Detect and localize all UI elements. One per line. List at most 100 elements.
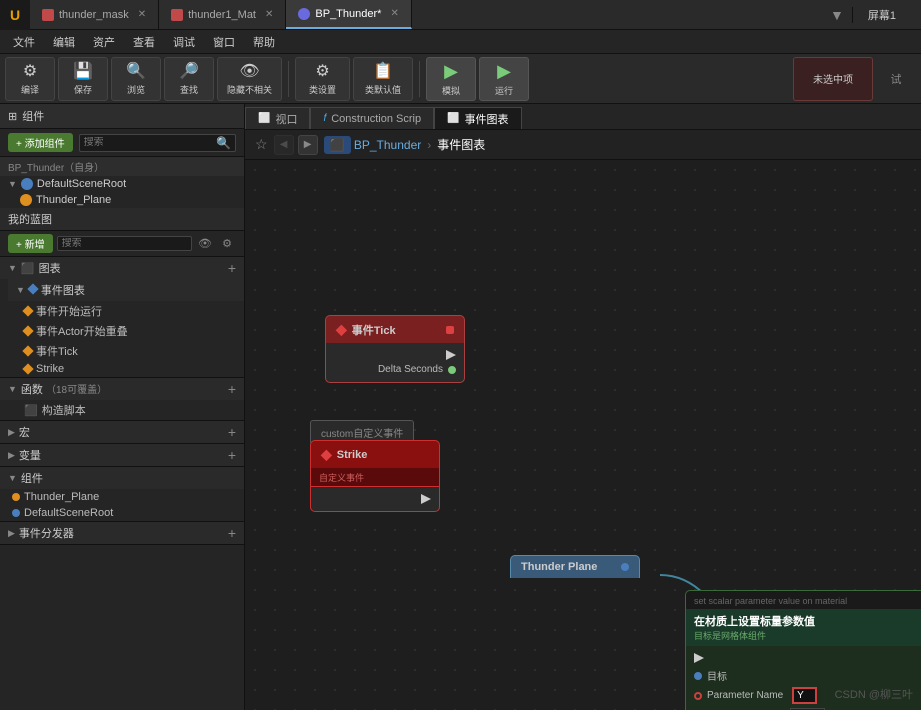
param-name-pin[interactable]	[694, 692, 702, 700]
functions-plus-button[interactable]: +	[228, 381, 236, 397]
blueprint-search-input[interactable]	[62, 238, 187, 249]
find-button[interactable]: 🔎 查找	[164, 57, 214, 101]
macros-plus-button[interactable]: +	[228, 424, 236, 440]
add-component-button[interactable]: + 添加组件	[8, 133, 73, 152]
bp-icon-breadcrumb: ⬛	[324, 136, 351, 154]
delta-seconds-label: Delta Seconds	[378, 364, 443, 375]
tab-icon-mat2	[171, 9, 183, 21]
graph-section-header[interactable]: ▼ ⬛ 图表 +	[0, 257, 244, 279]
hide-unrelated-button[interactable]: 👁 隐藏不相关	[217, 57, 282, 101]
variables-section-header[interactable]: ▶ 变量 +	[0, 444, 244, 466]
event-dispatcher-plus[interactable]: +	[228, 525, 236, 541]
event-tick-label: 事件Tick	[36, 343, 78, 359]
thunder-plane-out-pin[interactable]	[621, 563, 629, 571]
component-search-input[interactable]	[84, 137, 216, 148]
tab-thunder1-mat[interactable]: thunder1_Mat ✕	[159, 0, 286, 29]
scene-root-label: DefaultSceneRoot	[37, 178, 126, 190]
compile-label: 编译	[21, 83, 39, 96]
title-bar: U thunder_mask ✕ thunder1_Mat ✕ BP_Thund…	[0, 0, 921, 30]
run-button[interactable]: ▶ 运行	[479, 57, 529, 101]
tab-close-2[interactable]: ✕	[265, 9, 273, 20]
unselected-button[interactable]: 未选中项	[793, 57, 873, 101]
tab-thunder-mask[interactable]: thunder_mask ✕	[30, 0, 159, 29]
tabs-container: thunder_mask ✕ thunder1_Mat ✕ BP_Thunder…	[30, 0, 820, 29]
save-label: 保存	[74, 83, 92, 96]
sidebar-item-construct-script[interactable]: ⬛ 构造脚本	[0, 400, 244, 420]
tab-viewport[interactable]: ⬜ 视口	[245, 107, 310, 129]
comp-item-default-scene-root[interactable]: DefaultSceneRoot	[0, 505, 244, 521]
exec-in-pin[interactable]	[694, 653, 704, 663]
menu-debug[interactable]: 调试	[165, 32, 203, 52]
node-thunder-plane[interactable]: Thunder Plane	[510, 555, 640, 578]
tree-item-thunder-plane[interactable]: Thunder_Plane	[0, 192, 244, 208]
strike-exec-out[interactable]	[421, 494, 431, 504]
pin-exec-out	[326, 348, 464, 362]
menu-asset[interactable]: 资产	[85, 32, 123, 52]
class-settings-icon: ⚙	[315, 61, 329, 81]
right-panel: ⬜ 视口 f Construction Scrip ⬜ 事件图表 ☆ ◀ ▶ ⬛…	[245, 104, 921, 710]
comp-item-thunder-plane[interactable]: Thunder_Plane	[0, 489, 244, 505]
functions-section-header[interactable]: ▼ 函数 （18可覆盖） +	[0, 378, 244, 400]
simulate-button[interactable]: ▶ 模拟	[426, 57, 476, 101]
expand-icon[interactable]: ▼	[830, 7, 844, 23]
strike-header: ◆ Strike	[310, 440, 440, 468]
components-section-header[interactable]: ▼ 组件	[0, 467, 244, 489]
sidebar-item-strike[interactable]: Strike	[8, 361, 244, 377]
eye-button[interactable]: 👁	[196, 235, 214, 253]
strike-header-content: Strike	[337, 449, 376, 461]
nav-forward-button[interactable]: ▶	[298, 135, 318, 155]
tab-icon-thunder	[298, 8, 310, 20]
macros-section-header[interactable]: ▶ 宏 +	[0, 421, 244, 443]
menu-edit[interactable]: 编辑	[45, 32, 83, 52]
class-defaults-button[interactable]: 📋 类默认值	[353, 57, 413, 101]
event-graph-header[interactable]: ▼ 事件图表	[8, 279, 244, 301]
strike-title: Strike	[337, 449, 368, 461]
settings-button[interactable]: ⚙	[218, 235, 236, 253]
graph-plus-button[interactable]: +	[228, 260, 236, 276]
bp-name-text: BP_Thunder（自身）	[8, 159, 104, 174]
event-dispatcher-header[interactable]: ▶ 事件分发器 +	[0, 522, 244, 544]
event-tick-body: Delta Seconds	[325, 343, 465, 383]
menu-view[interactable]: 查看	[125, 32, 163, 52]
set-scalar-zh-title: 在材质上设置标量参数值	[694, 613, 921, 629]
event-actor-overlap-label: 事件Actor开始重叠	[36, 323, 128, 339]
breadcrumb-bp-link[interactable]: ⬛ BP_Thunder	[324, 138, 422, 152]
viewport-tab-label: 视口	[275, 111, 297, 127]
save-button[interactable]: 💾 保存	[58, 57, 108, 101]
variables-plus-button[interactable]: +	[228, 447, 236, 463]
param-name-input[interactable]	[792, 687, 817, 704]
tab-construction-script[interactable]: f Construction Scrip	[310, 107, 434, 129]
delta-seconds-pin[interactable]	[448, 366, 456, 374]
tab-close-3[interactable]: ✕	[390, 8, 398, 19]
construct-script-label: 构造脚本	[42, 402, 86, 418]
class-settings-button[interactable]: ⚙ 类设置	[295, 57, 350, 101]
compile-button[interactable]: ⚙ 编译	[5, 57, 55, 101]
exec-out-pin[interactable]	[446, 350, 456, 360]
node-strike[interactable]: ◆ Strike 自定义事件	[310, 440, 440, 512]
screen-button[interactable]: 屏幕1	[852, 7, 911, 23]
hide-icon: 👁	[239, 61, 259, 81]
new-blueprint-button[interactable]: + 新增	[8, 234, 53, 253]
menu-file[interactable]: 文件	[5, 32, 43, 52]
sidebar-item-event-begin-play[interactable]: 事件开始运行	[8, 301, 244, 321]
tree-item-default-scene-root[interactable]: ▼ DefaultSceneRoot	[0, 176, 244, 192]
menu-window[interactable]: 窗口	[205, 32, 243, 52]
tab-close[interactable]: ✕	[138, 9, 146, 20]
star-icon[interactable]: ☆	[255, 136, 268, 153]
sidebar-item-event-tick[interactable]: 事件Tick	[8, 341, 244, 361]
search-icon: 🔍	[216, 136, 231, 150]
nav-back-button[interactable]: ◀	[274, 135, 294, 155]
sidebar-item-event-actor-overlap[interactable]: 事件Actor开始重叠	[8, 321, 244, 341]
components-icon: ⊞	[8, 110, 17, 123]
node-event-tick[interactable]: ◆ 事件Tick Delta Seconds	[325, 315, 465, 383]
target-in-pin[interactable]	[694, 672, 702, 680]
hide-label: 隐藏不相关	[227, 83, 272, 96]
tab-event-graph[interactable]: ⬜ 事件图表	[434, 107, 521, 129]
browse-button[interactable]: 🔍 浏览	[111, 57, 161, 101]
menu-help[interactable]: 帮助	[245, 32, 283, 52]
graph-area[interactable]: ◆ 事件Tick Delta Seconds cust	[245, 160, 921, 710]
tab-bp-thunder[interactable]: BP_Thunder* ✕	[286, 0, 411, 29]
construct-script-icon: ⬛	[24, 404, 38, 417]
browse-label: 浏览	[127, 83, 145, 96]
event-tick-diamond: ◆	[336, 321, 347, 338]
